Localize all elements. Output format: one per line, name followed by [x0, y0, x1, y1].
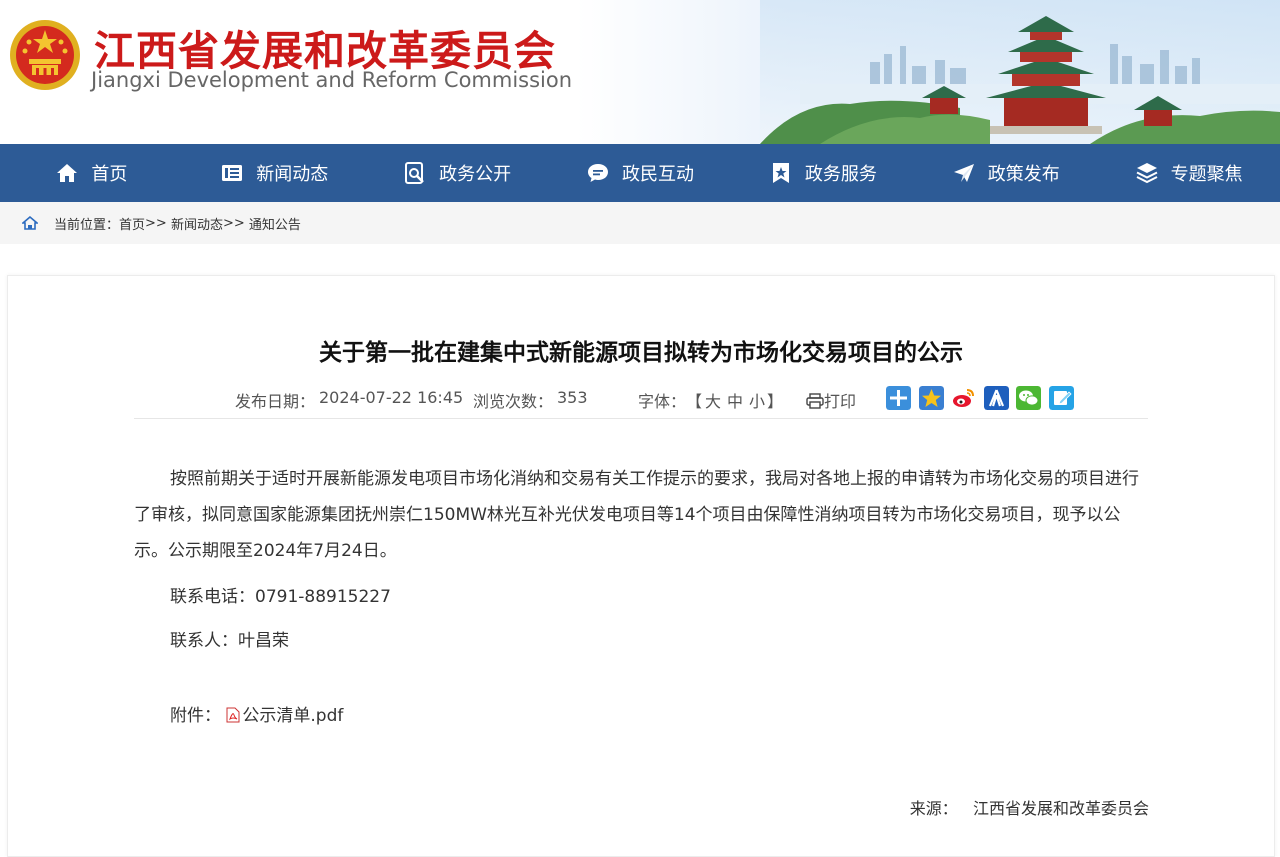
site-subtitle: Jiangxi Development and Reform Commissio…	[91, 68, 573, 92]
print-button[interactable]: 打印	[806, 388, 856, 412]
nav-item-policy[interactable]: 政策发布	[914, 144, 1097, 202]
font-size-medium-button[interactable]: 中	[727, 388, 743, 412]
nav-item-service[interactable]: 政务服务	[731, 144, 914, 202]
article-title: 关于第一批在建集中式新能源项目拟转为市场化交易项目的公示	[319, 340, 963, 366]
national-emblem-icon	[10, 20, 80, 90]
news-icon	[222, 165, 243, 181]
nav-item-news[interactable]: 新闻动态	[183, 144, 366, 202]
nav-item-interaction[interactable]: 政民互动	[549, 144, 732, 202]
source-name: 江西省发展和改革委员会	[972, 799, 1149, 818]
layers-icon	[1136, 163, 1158, 184]
print-label: 打印	[824, 392, 857, 411]
article-paragraph: 按照前期关于适时开展新能源发电项目市场化消纳和交易有关工作提示的要求，我局对各地…	[134, 469, 1139, 561]
send-icon	[953, 164, 974, 182]
font-bracket-close: 】	[767, 392, 784, 411]
article-body: 按照前期关于适时开展新能源发电项目市场化消纳和交易有关工作提示的要求，我局对各地…	[134, 461, 1148, 659]
qzone-icon[interactable]	[919, 386, 944, 410]
font-bracket-open: 【	[686, 392, 703, 411]
main-nav: 首页 新闻动态 政务公开 政民互动 政务服务 政策发布 专题聚焦	[0, 144, 1280, 202]
publish-date-label: 发布日期：	[235, 392, 316, 411]
font-size-large-button[interactable]: 大	[705, 388, 721, 412]
note-icon[interactable]	[1049, 386, 1074, 410]
font-size-small-button[interactable]: 小	[749, 388, 765, 412]
attachment-label: 附件：	[170, 706, 221, 726]
printer-icon	[806, 393, 824, 409]
nav-item-label: 政务服务	[804, 164, 877, 185]
pdf-file-icon	[226, 707, 240, 723]
nav-item-label: 首页	[91, 164, 128, 185]
header-banner: 江西省发展和改革委员会 Jiangxi Development and Refo…	[0, 0, 1280, 144]
gov-open-icon	[405, 162, 425, 184]
breadcrumb-separator: >>	[145, 215, 167, 231]
breadcrumb-link-home[interactable]: 首页	[119, 214, 145, 233]
breadcrumb-link-news[interactable]: 新闻动态	[171, 214, 223, 233]
service-star-icon	[772, 163, 789, 183]
renren-icon[interactable]	[984, 386, 1009, 410]
nav-item-label: 新闻动态	[256, 164, 329, 185]
chat-icon	[588, 164, 608, 182]
font-size-label: 字体：	[638, 392, 687, 411]
source-label: 来源：	[909, 799, 958, 818]
nav-item-home[interactable]: 首页	[0, 144, 183, 202]
views-count: 353	[557, 388, 588, 407]
nav-item-label: 政务公开	[439, 164, 512, 185]
wechat-icon[interactable]	[1016, 386, 1041, 410]
nav-item-topics[interactable]: 专题聚焦	[1097, 144, 1280, 202]
article-meta: 发布日期： 2024-07-22 16:45 浏览次数： 353 字体： 【 大…	[134, 374, 1148, 419]
nav-item-label: 专题聚焦	[1170, 164, 1243, 185]
breadcrumb-home-icon	[22, 215, 38, 230]
weibo-icon[interactable]	[951, 386, 976, 410]
breadcrumb-prefix: 当前位置：	[54, 217, 120, 233]
article-card: 关于第一批在建集中式新能源项目拟转为市场化交易项目的公示 发布日期： 2024-…	[7, 275, 1275, 857]
contact-phone: 联系电话：0791-88915227	[170, 587, 391, 607]
breadcrumb: 当前位置： 首页 >> 新闻动态 >> 通知公告	[0, 202, 1280, 244]
plus-share-icon[interactable]	[886, 386, 911, 410]
publish-date: 2024-07-22 16:45	[319, 388, 464, 407]
nav-item-gov-open[interactable]: 政务公开	[366, 144, 549, 202]
nav-item-label: 政策发布	[987, 164, 1060, 185]
tengwang-pavilion-scenery	[760, 0, 1280, 144]
contact-person: 联系人：叶昌荣	[170, 631, 289, 651]
article-source: 来源： 江西省发展和改革委员会	[910, 795, 1149, 819]
nav-item-label: 政民互动	[622, 164, 694, 185]
breadcrumb-link-notices[interactable]: 通知公告	[249, 214, 301, 233]
home-icon	[57, 164, 78, 182]
views-label: 浏览次数：	[473, 392, 554, 411]
attachment-link[interactable]: 公示清单.pdf	[242, 706, 343, 726]
breadcrumb-separator: >>	[222, 215, 245, 231]
attachment: 附件： 公示清单.pdf	[170, 701, 343, 726]
